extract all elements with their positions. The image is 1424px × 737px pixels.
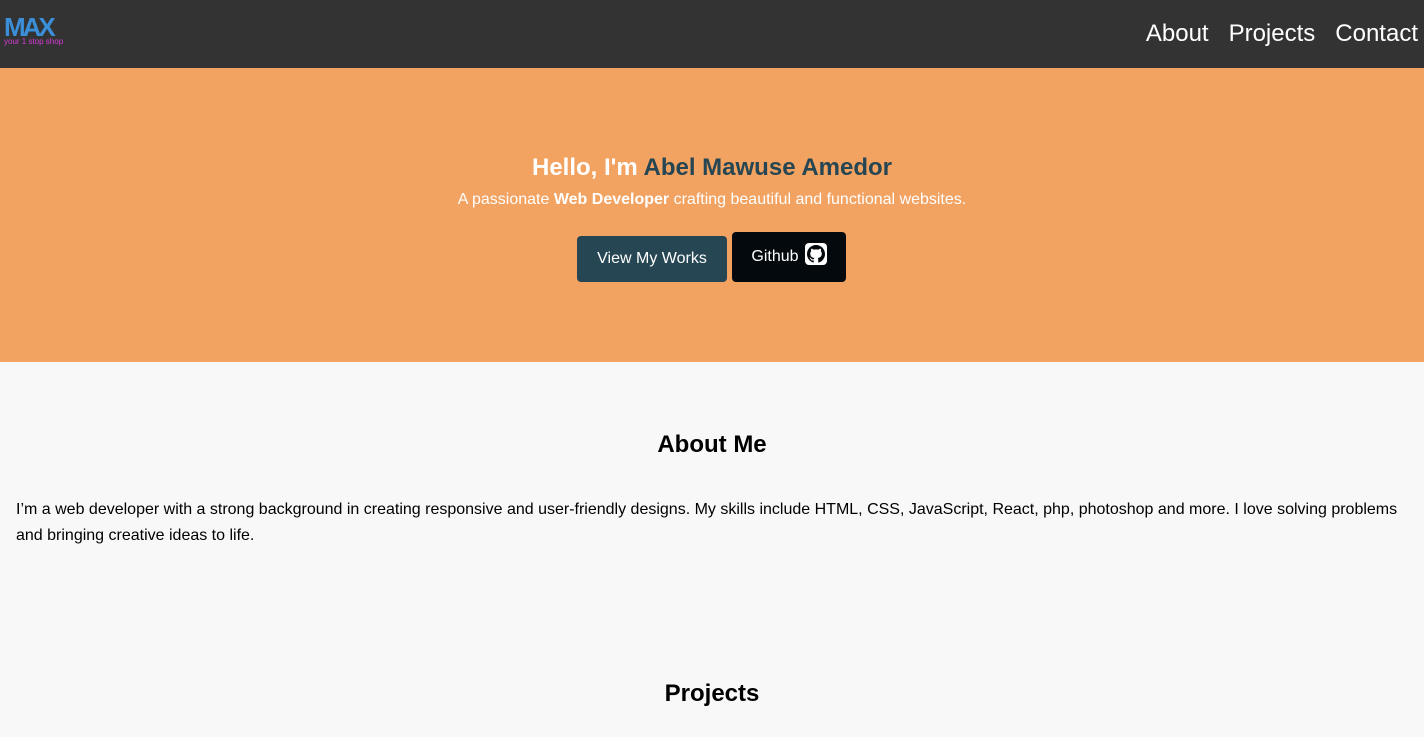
nav-link-contact[interactable]: Contact: [1335, 20, 1418, 48]
view-my-works-label: View My Works: [597, 250, 707, 267]
hero-subtitle-role: Web Developer: [553, 191, 670, 208]
github-button[interactable]: Github: [732, 232, 846, 282]
about-heading: About Me: [657, 431, 767, 458]
view-my-works-button[interactable]: View My Works: [577, 236, 727, 282]
logo-tagline: your 1 stop shop: [4, 37, 64, 46]
navbar: MAX your 1 stop shop About Projects Cont…: [0, 0, 1424, 68]
hero-name: Abel Mawuse Amedor: [643, 154, 893, 181]
github-icon: [804, 243, 827, 265]
projects-heading: Projects: [664, 680, 760, 707]
hero-section: Hello, I'm Abel Mawuse Amedor A passiona…: [0, 68, 1424, 362]
nav-link-about[interactable]: About: [1146, 20, 1209, 48]
hero-title: Hello, I'm Abel Mawuse Amedor: [0, 153, 1424, 183]
hero-greeting: Hello, I'm: [531, 154, 638, 181]
site-logo[interactable]: MAX your 1 stop shop: [4, 14, 64, 48]
about-text: I’m a web developer with a strong backgr…: [16, 501, 1398, 544]
hero-subtitle: A passionate Web Developer crafting beau…: [0, 190, 1424, 210]
hero-subtitle-prefix: A passionate: [457, 191, 550, 208]
hero-subtitle-suffix: crafting beautiful and functional websit…: [673, 191, 967, 208]
nav-links: About Projects Contact: [1146, 0, 1418, 68]
nav-link-projects[interactable]: Projects: [1229, 20, 1316, 48]
github-label: Github: [751, 248, 799, 265]
